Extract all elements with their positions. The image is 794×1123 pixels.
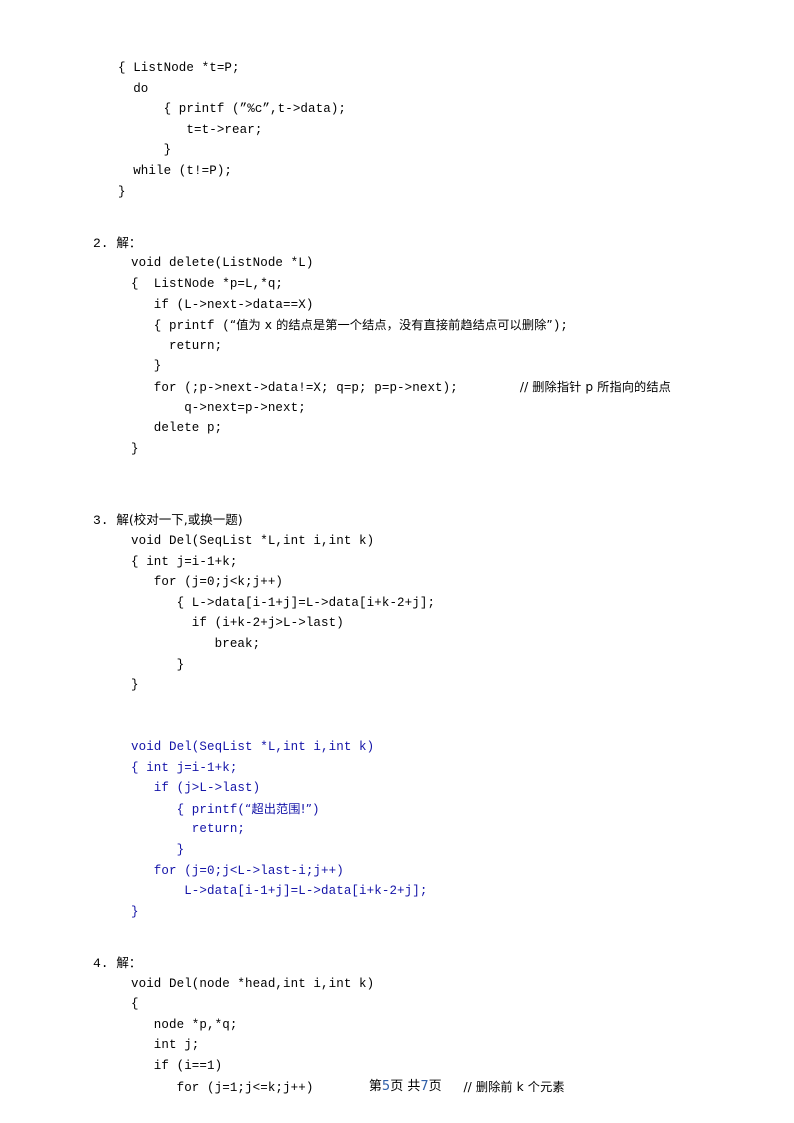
code-line: void delete(ListNode *L) — [131, 256, 314, 271]
code-line: for (j=0;j<k;j++) — [131, 575, 284, 590]
page-content: { ListNode *t=P; do { printf (”%c”,t->da… — [0, 0, 794, 1097]
footer-suffix: 页 — [428, 1079, 442, 1094]
code-line: return; — [131, 822, 246, 837]
code-line-for: for (;p->next->data!=X; q=p; p=p->next);… — [0, 377, 794, 398]
code-line: L->data[i-1+j]=L->data[i+k-2+j]; — [131, 884, 428, 899]
code-line: q->next=p->next; — [131, 400, 306, 415]
section-3-heading: 3. 解(校对一下,或换一题) — [0, 510, 794, 531]
code-line: { — [131, 997, 139, 1012]
printf-suffix: ) — [312, 802, 320, 817]
section-4-number: 4. — [93, 955, 109, 971]
section-2: 2. 解： void delete(ListNode *L) { ListNod… — [0, 233, 794, 460]
code-line: } — [131, 441, 139, 456]
printf-prefix: { printf ( — [131, 319, 230, 334]
section-2-heading: 2. 解： — [0, 233, 794, 254]
code-line: { ListNode *t=P; — [118, 61, 240, 75]
code-line: if (i+k-2+j>L->last) — [131, 616, 344, 631]
section-3-label: 解(校对一下,或换一题) — [116, 512, 243, 528]
code-line: void Del(SeqList *L,int i,int k) — [131, 534, 375, 549]
section-2-number: 2. — [93, 235, 109, 251]
footer-current-page: 5 — [381, 1079, 391, 1094]
code-line: } — [131, 842, 185, 857]
printf-prefix: { printf( — [131, 802, 246, 817]
code-line: if (L->next->data==X) — [131, 297, 314, 312]
printf-suffix: ); — [552, 319, 569, 334]
section-3: 3. 解(校对一下,或换一题) void Del(SeqList *L,int … — [0, 510, 794, 922]
code-line: while (t!=P); — [118, 163, 233, 178]
code-line: } — [118, 184, 126, 199]
code-line: for (j=0;j<L->last-i;j++) — [131, 863, 344, 878]
section-4-heading: 4. 解： — [0, 953, 794, 974]
footer-prefix: 第 — [368, 1079, 382, 1094]
code-block-continuation: { ListNode *t=P; do { printf (”%c”,t->da… — [0, 58, 794, 202]
code-line-printf: { printf (“值为 x 的结点是第一个结点，没有直接前趋结点可以删除”)… — [0, 315, 794, 336]
code-line: void Del(SeqList *L,int i,int k) — [131, 740, 375, 754]
code-line: } — [131, 678, 139, 693]
printf-chinese-string: “值为 x 的结点是第一个结点，没有直接前趋结点可以删除” — [229, 318, 553, 333]
footer-total-pages: 7 — [420, 1079, 429, 1094]
code-line: node *p,*q; — [131, 1017, 238, 1032]
code-line: void Del(node *head,int i,int k) — [131, 976, 375, 991]
footer-middle: 页 共 — [390, 1079, 421, 1094]
code-line: { int j=i-1+k; — [131, 554, 238, 569]
code-line: { printf (”%c”,t->data); — [118, 102, 347, 117]
page-footer: 第5页 共7页 — [0, 1060, 794, 1109]
code-line: do — [118, 81, 149, 96]
document-page: { ListNode *t=P; do { printf (”%c”,t->da… — [0, 0, 794, 1123]
code-line: { ListNode *p=L,*q; — [131, 276, 284, 291]
code-line: int j; — [131, 1038, 200, 1053]
code-line: break; — [131, 637, 261, 652]
section-3-number: 3. — [93, 513, 109, 529]
code-line: } — [131, 359, 162, 374]
code-line: if (j>L->last) — [131, 781, 261, 796]
code-line: { L->data[i-1+j]=L->data[i+k-2+j]; — [131, 595, 436, 610]
code-line: { int j=i-1+k; — [131, 760, 238, 775]
section-2-label: 解： — [116, 234, 142, 250]
code-line: } — [131, 657, 185, 672]
code-line-printf: { printf(“超出范围!”) — [0, 799, 794, 820]
inline-comment: // 删除指针 p 所指向的结点 — [519, 379, 671, 394]
code-line: t=t->rear; — [118, 122, 263, 137]
code-line: delete p; — [131, 421, 223, 436]
for-statement: for (;p->next->data!=X; q=p; p=p->next); — [131, 380, 458, 395]
code-line: return; — [131, 338, 223, 353]
code-line: } — [118, 143, 172, 158]
section-3-code-blue: void Del(SeqList *L,int i,int k) { int j… — [0, 737, 794, 922]
section-4-label: 解： — [116, 954, 142, 970]
code-line: } — [131, 904, 139, 919]
section-3-code-black: void Del(SeqList *L,int i,int k) { int j… — [0, 531, 794, 696]
printf-chinese-string: “超出范围!” — [245, 801, 312, 816]
